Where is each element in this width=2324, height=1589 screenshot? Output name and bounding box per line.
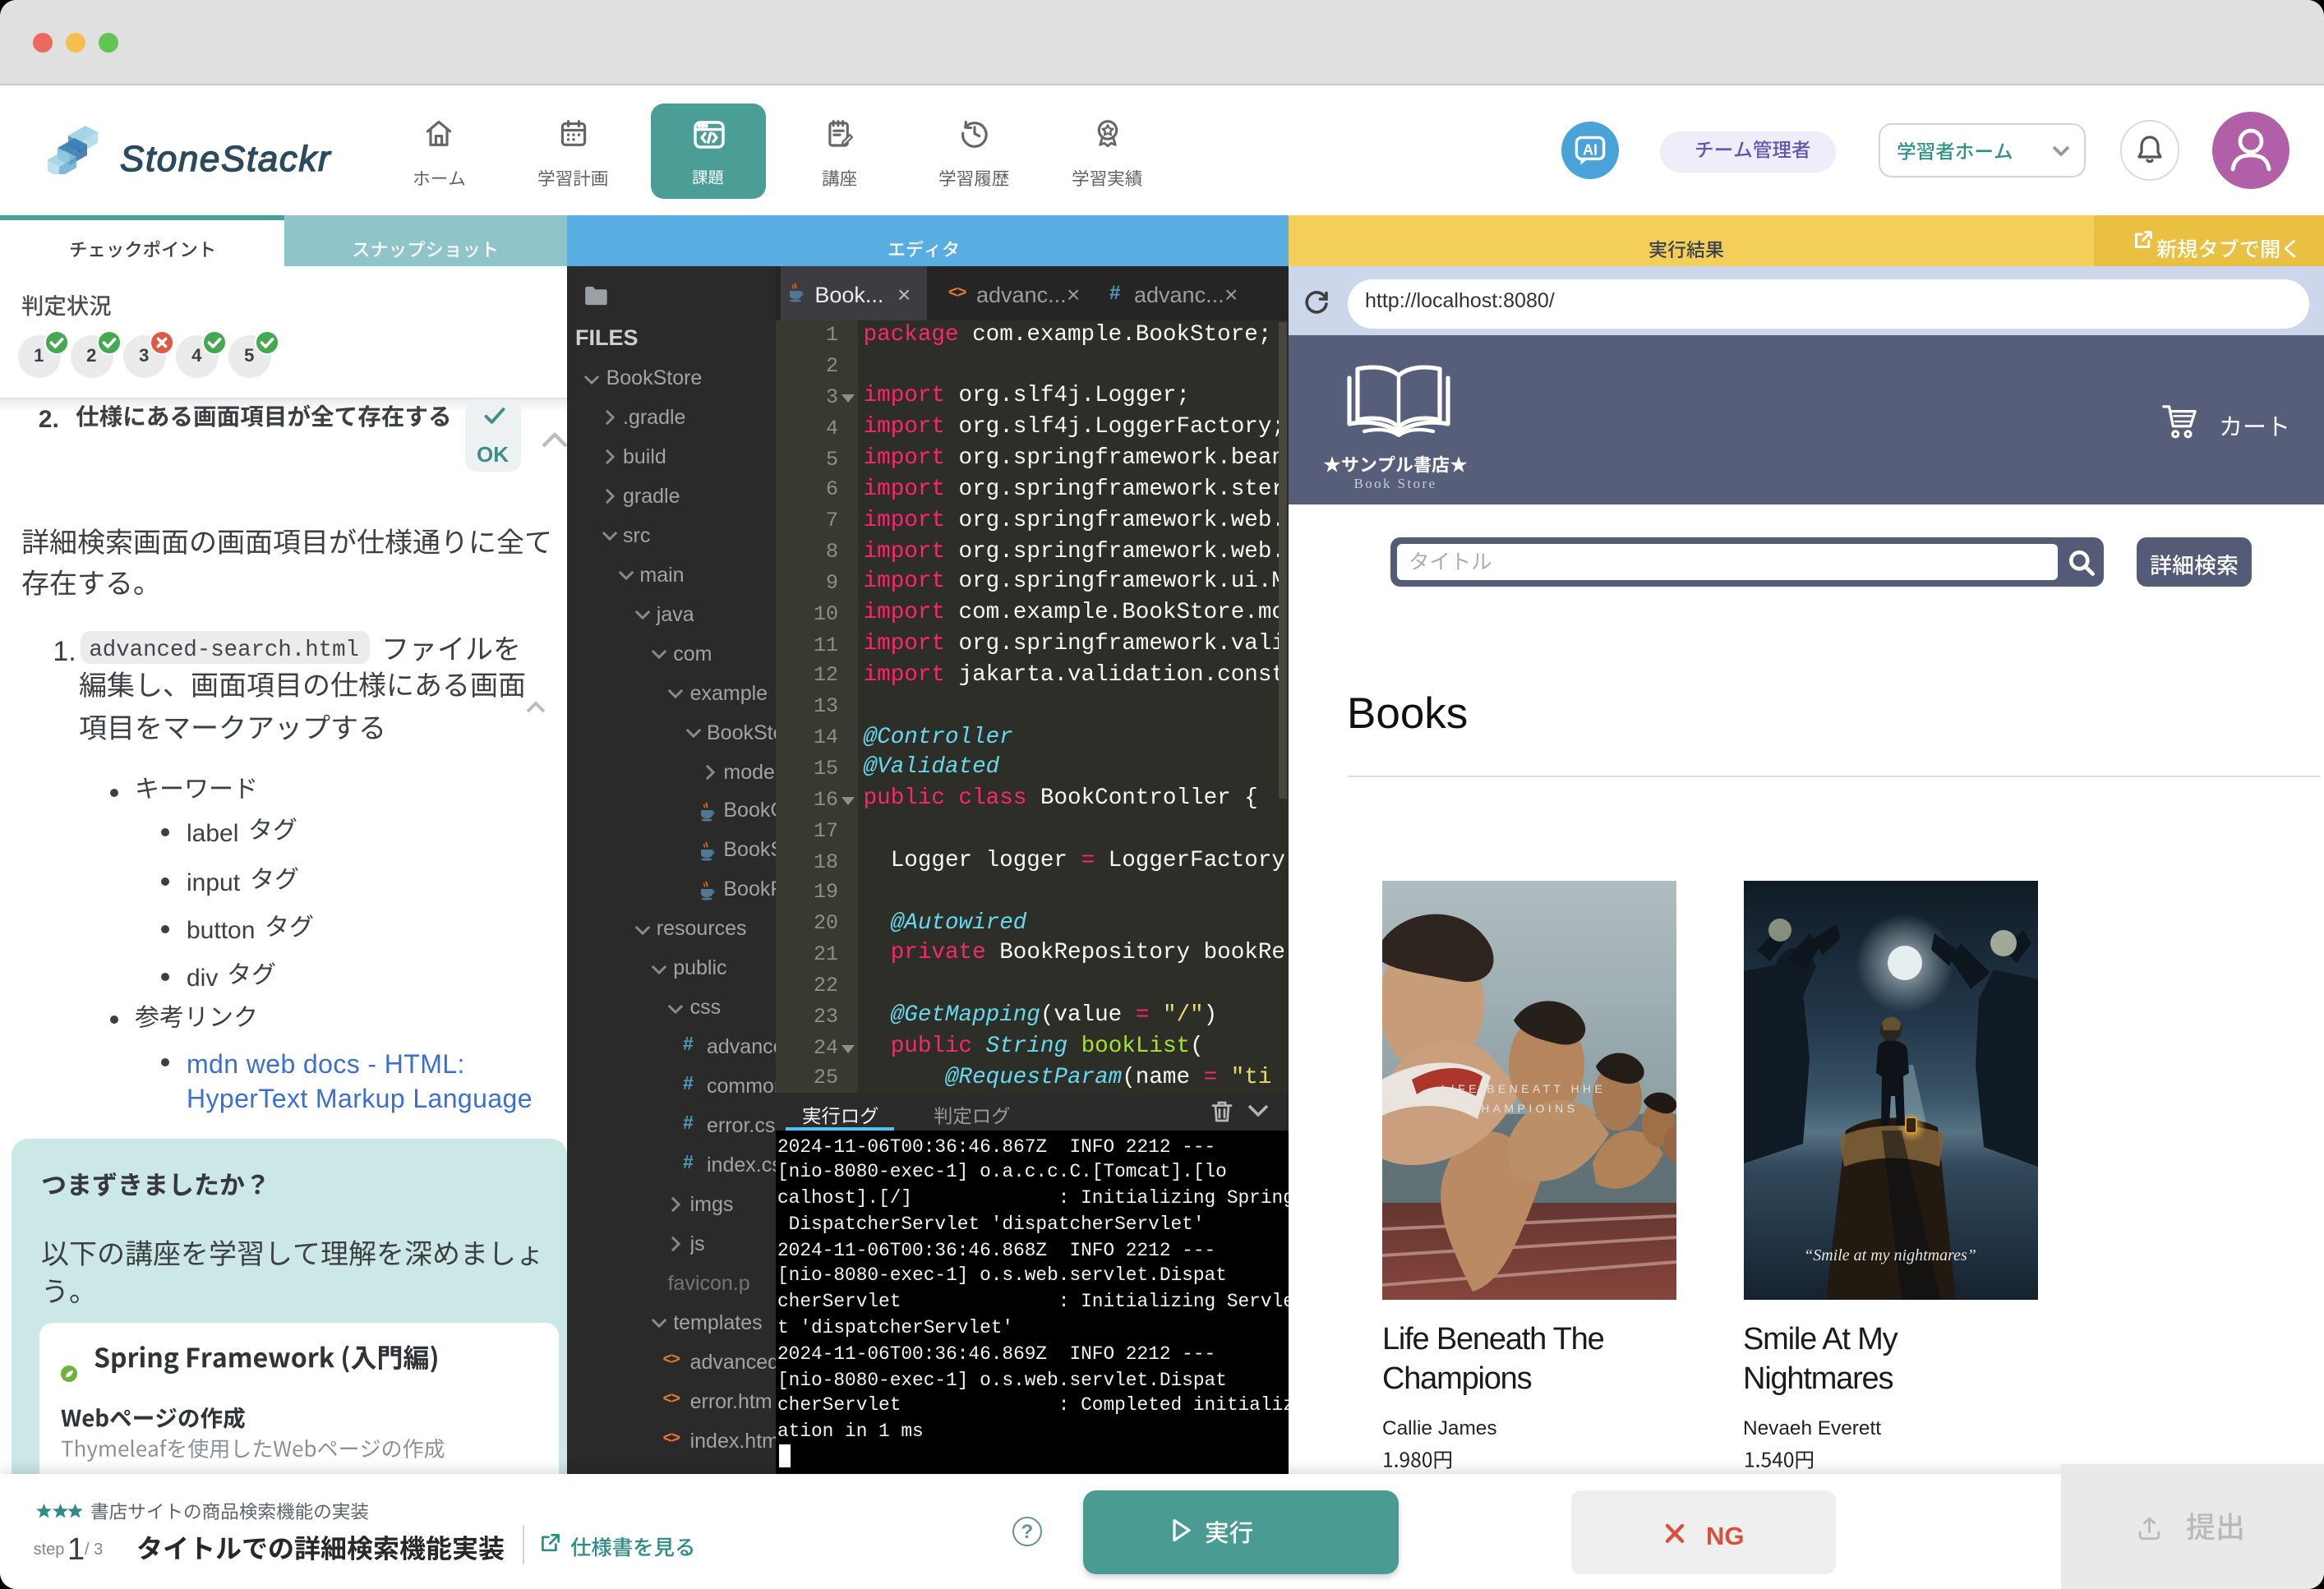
svg-text:LIFE BENEATT HHE: LIFE BENEATT HHE <box>1441 1083 1607 1096</box>
svg-text:AI: AI <box>1583 140 1598 157</box>
svg-text:CHAMPIOINS: CHAMPIOINS <box>1469 1103 1579 1116</box>
svg-text:“Smile at my nightmares”: “Smile at my nightmares” <box>1803 1247 1976 1265</box>
